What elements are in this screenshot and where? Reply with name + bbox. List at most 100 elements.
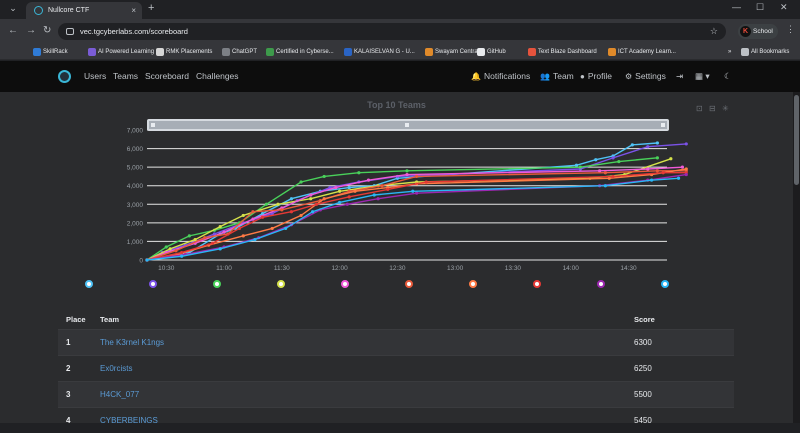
legend-marker bbox=[341, 280, 349, 288]
data-point bbox=[309, 193, 313, 197]
data-point bbox=[180, 254, 184, 258]
nav-teams[interactable]: Teams bbox=[113, 71, 138, 81]
data-point bbox=[337, 189, 342, 193]
nav-users[interactable]: Users bbox=[84, 71, 106, 81]
nav-team[interactable]: 👥 Team bbox=[540, 71, 574, 81]
save-image-icon[interactable]: ✳ bbox=[722, 104, 729, 113]
nav-settings-label: Settings bbox=[635, 71, 666, 81]
bookmark-favicon-icon bbox=[741, 48, 749, 56]
y-tick-label: 7,000 bbox=[127, 128, 144, 135]
data-point bbox=[366, 178, 371, 182]
chart-zoom-slider[interactable] bbox=[147, 119, 669, 131]
data-point bbox=[289, 197, 294, 201]
bookmark-favicon-icon bbox=[88, 48, 96, 56]
bookmark-item[interactable]: AI Powered Learning bbox=[88, 47, 154, 57]
bookmark-item[interactable]: Text Blaze Dashboard bbox=[528, 47, 597, 57]
bookmark-label: KALAISELVAN G - U... bbox=[354, 49, 415, 55]
row-score: 5500 bbox=[634, 390, 652, 399]
browser-tabbar: ⌄ Nullcore CTF × + — ☐ ✕ bbox=[0, 0, 800, 19]
bookmark-item[interactable]: SkillRack bbox=[33, 47, 68, 57]
gear-icon: ⚙ bbox=[625, 72, 633, 81]
data-point bbox=[284, 226, 288, 231]
data-point bbox=[311, 210, 315, 214]
data-point bbox=[684, 172, 688, 177]
zoom-handle-right[interactable] bbox=[661, 123, 665, 127]
bookmark-item[interactable]: All Bookmarks bbox=[741, 47, 789, 57]
bookmark-label: SkillRack bbox=[43, 49, 68, 55]
browser-menu-icon[interactable]: ⋮ bbox=[786, 24, 795, 35]
zoom-handle-left[interactable] bbox=[151, 123, 155, 127]
bookmark-favicon-icon bbox=[425, 48, 433, 56]
nav-profile-label: Profile bbox=[587, 71, 612, 81]
maximize-icon[interactable]: ☐ bbox=[756, 2, 764, 13]
language-selector[interactable]: ▦ ▾ bbox=[695, 71, 710, 82]
series-line bbox=[146, 142, 658, 261]
legend-marker bbox=[597, 280, 605, 288]
nav-profile[interactable]: ● Profile bbox=[580, 71, 612, 81]
row-team-link[interactable]: Ex0rcists bbox=[100, 364, 132, 373]
row-team-link[interactable]: CYBERBEINGS bbox=[100, 416, 158, 425]
bookmark-item[interactable]: Swayam Central bbox=[425, 47, 479, 57]
bookmark-item[interactable]: ICT Academy Learn... bbox=[608, 47, 676, 57]
row-place: 4 bbox=[66, 416, 71, 425]
bookmark-favicon-icon bbox=[33, 48, 41, 56]
chart-title: Top 10 Teams bbox=[367, 100, 426, 110]
new-tab-button[interactable]: + bbox=[148, 2, 154, 14]
data-point bbox=[594, 158, 598, 162]
site-info-icon[interactable] bbox=[66, 28, 74, 35]
site-logo[interactable] bbox=[58, 70, 71, 83]
data-point bbox=[187, 234, 191, 238]
bookmark-item[interactable]: GitHub bbox=[477, 47, 506, 57]
data-point bbox=[646, 167, 650, 171]
tab-search-icon[interactable]: ⌄ bbox=[6, 3, 20, 16]
data-point bbox=[289, 210, 294, 214]
bookmark-item[interactable]: Certified in Cyberse... bbox=[266, 47, 334, 57]
tab-close-icon[interactable]: × bbox=[131, 2, 136, 19]
minimize-icon[interactable]: — bbox=[732, 2, 741, 12]
bookmark-favicon-icon bbox=[222, 48, 230, 56]
row-place: 3 bbox=[66, 390, 71, 399]
nav-scoreboard[interactable]: Scoreboard bbox=[145, 71, 189, 81]
row-team-link[interactable]: H4CK_077 bbox=[100, 390, 139, 399]
bookmarks-overflow-icon[interactable]: » bbox=[718, 47, 731, 57]
data-point bbox=[380, 184, 384, 188]
bookmark-item[interactable]: KALAISELVAN G - U... bbox=[344, 47, 415, 57]
nav-settings[interactable]: ⚙ Settings bbox=[625, 71, 666, 81]
reload-icon[interactable]: ↻ bbox=[43, 25, 51, 36]
x-tick-label: 12:30 bbox=[389, 265, 406, 272]
logout-icon[interactable]: ⇥ bbox=[676, 71, 683, 82]
data-point bbox=[655, 141, 659, 145]
profile-chip[interactable]: K School bbox=[738, 24, 778, 39]
bookmark-label: All Bookmarks bbox=[751, 49, 790, 55]
close-window-icon[interactable]: ✕ bbox=[780, 2, 788, 13]
profile-label: School bbox=[753, 28, 773, 35]
zoom-reset-icon[interactable]: ⊟ bbox=[709, 104, 716, 113]
data-point bbox=[357, 171, 361, 175]
data-point bbox=[241, 234, 245, 238]
site-navbar: Users Teams Scoreboard Challenges 🔔 Notif… bbox=[0, 61, 800, 92]
row-team-link[interactable]: The K3rnel K1ngs bbox=[100, 338, 164, 347]
bookmark-item[interactable]: ChatGPT bbox=[222, 47, 257, 57]
zoom-select-icon[interactable]: ⊡ bbox=[696, 104, 703, 113]
bookmark-item[interactable]: RMK Placements bbox=[156, 47, 212, 57]
x-tick-label: 12:00 bbox=[331, 265, 348, 272]
data-point bbox=[241, 213, 245, 218]
legend-marker bbox=[213, 280, 221, 288]
data-point bbox=[309, 197, 313, 201]
zoom-handle-center[interactable] bbox=[405, 123, 409, 127]
legend-marker bbox=[661, 280, 669, 288]
bookmark-favicon-icon bbox=[608, 48, 616, 56]
data-point bbox=[646, 145, 650, 149]
forward-icon[interactable]: → bbox=[26, 25, 36, 36]
data-point bbox=[299, 180, 303, 184]
nav-challenges[interactable]: Challenges bbox=[196, 71, 239, 81]
theme-toggle-icon[interactable]: ☾ bbox=[724, 71, 732, 82]
data-point bbox=[322, 197, 326, 201]
nav-notifications[interactable]: 🔔 Notifications bbox=[471, 71, 530, 81]
back-icon[interactable]: ← bbox=[8, 25, 18, 36]
address-bar[interactable]: vec.tgcyberlabs.com/scoreboard ☆ bbox=[58, 23, 726, 40]
browser-tab[interactable]: Nullcore CTF × bbox=[26, 2, 142, 19]
scrollbar-thumb[interactable] bbox=[794, 95, 799, 185]
data-point bbox=[372, 193, 376, 197]
bookmark-star-icon[interactable]: ☆ bbox=[710, 23, 718, 40]
